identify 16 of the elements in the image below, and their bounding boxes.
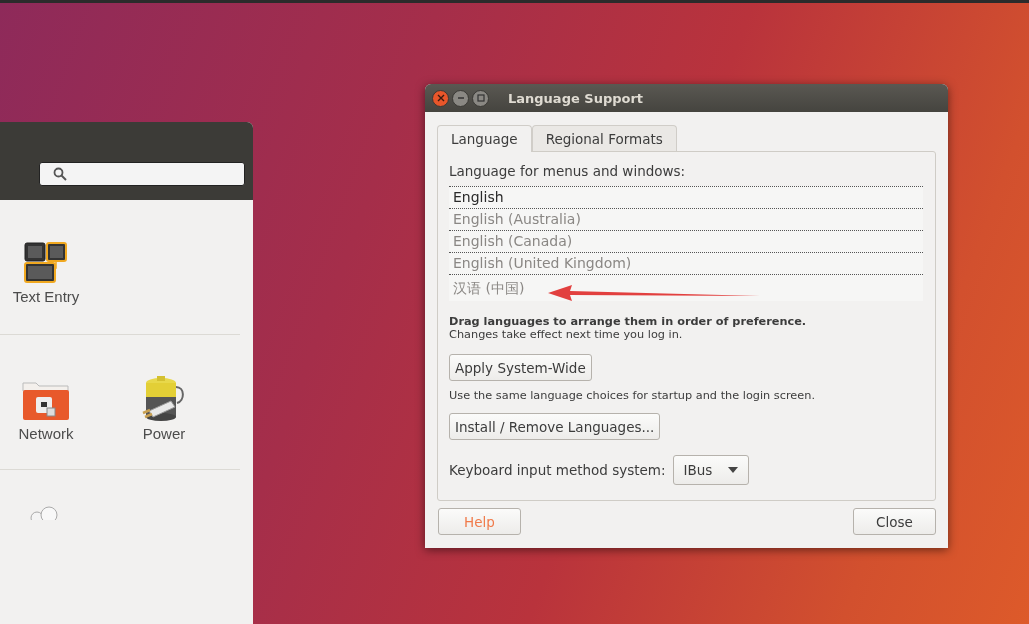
setting-label[interactable]: Text Entry — [12, 288, 80, 305]
apply-hint: Use the same language choices for startup and the login screen. — [449, 389, 815, 402]
apply-system-wide-button[interactable]: Apply System-Wide — [449, 354, 592, 381]
drag-hint: Drag languages to arrange them in order of preference. — [449, 315, 807, 328]
tab[interactable]: Language — [437, 125, 532, 152]
list-label: Language for menus and windows: — [449, 163, 686, 179]
setting-label[interactable]: Power — [142, 425, 186, 442]
input-method-label: Keyboard input method system: — [449, 462, 666, 478]
effect-hint: Changes take effect next time you log in. — [449, 328, 684, 341]
setting-label[interactable]: Network — [18, 425, 74, 442]
install-languages-button[interactable]: Install / Remove Languages... — [449, 413, 661, 440]
tab[interactable]: Regional Formats — [531, 125, 677, 151]
window-title: Language Support — [508, 90, 644, 106]
close-button[interactable]: Close — [853, 508, 936, 535]
language-row[interactable]: English — [449, 187, 923, 209]
input-method-dropdown[interactable]: IBus — [672, 455, 750, 485]
